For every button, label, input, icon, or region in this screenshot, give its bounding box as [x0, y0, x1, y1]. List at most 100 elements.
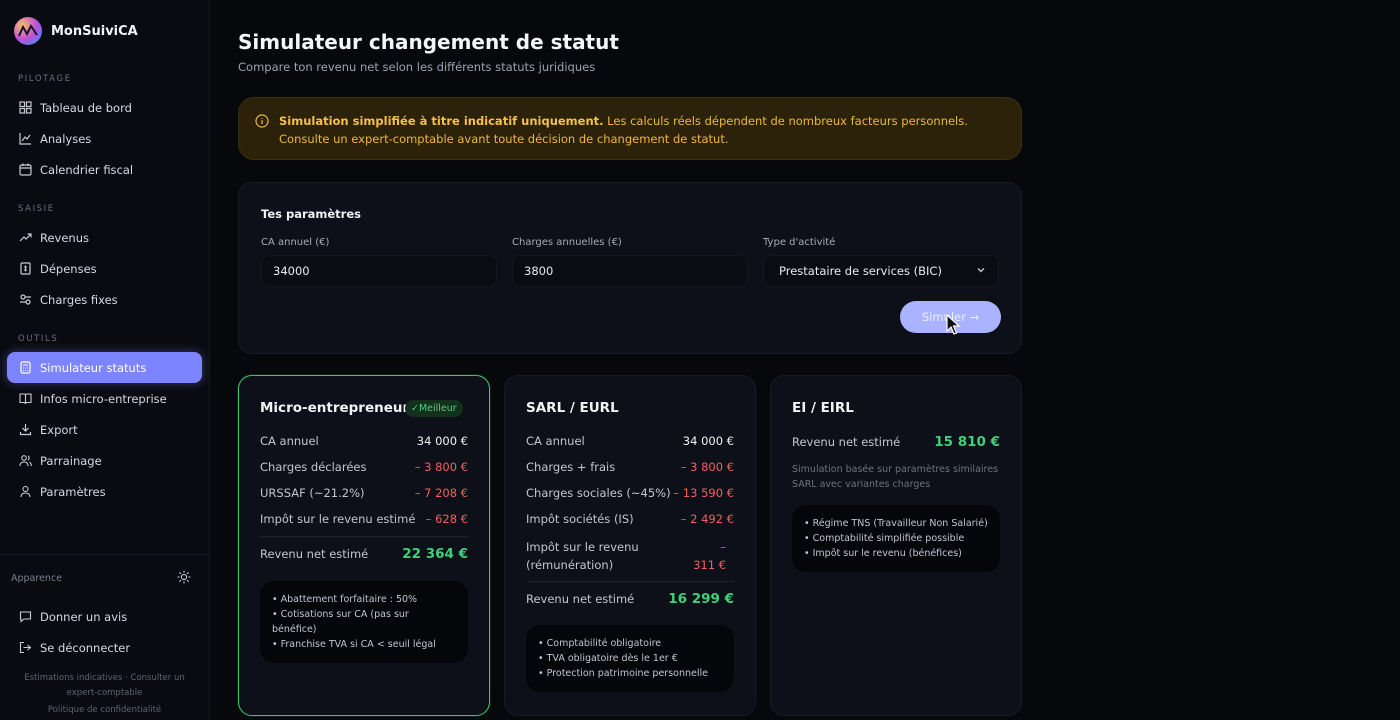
row-net: Revenu net estimé 15 810 €	[792, 434, 1000, 450]
row-value: – 628 €	[425, 512, 468, 526]
card-title: EI / EIRL	[792, 400, 854, 416]
note-item: • Franchise TVA si CA < seuil légal	[272, 639, 436, 650]
notes-box: • Régime TNS (Travailleur Non Salarié) •…	[792, 505, 1000, 572]
warning-bold: Simulation simplifiée à titre indicatif …	[279, 114, 604, 128]
dashboard-icon	[18, 101, 32, 115]
card-ei-eirl: EI / EIRL Revenu net estimé 15 810 € Simu…	[770, 375, 1022, 716]
sidebar-item-calendrier-fiscal[interactable]: Calendrier fiscal	[7, 154, 202, 185]
calendar-icon	[18, 163, 32, 177]
notes-box: • Comptabilité obligatoire • TVA obligat…	[526, 625, 734, 692]
page-subtitle: Compare ton revenu net selon les différe…	[238, 60, 596, 74]
ca-input[interactable]: 34000	[261, 255, 497, 287]
logout-label: Se déconnecter	[40, 640, 131, 655]
card-title: SARL / EURL	[526, 400, 619, 416]
card-micro-entrepreneur: Micro-entrepreneur ✓Meilleur CA annuel 34…	[238, 375, 490, 716]
divider	[526, 581, 734, 582]
feedback-label: Donner un avis	[40, 609, 128, 624]
warning-banner: Simulation simplifiée à titre indicatif …	[238, 97, 1022, 160]
row-value: – 311 €	[693, 538, 734, 574]
message-icon	[18, 610, 32, 624]
row-value: – 3 800 €	[414, 460, 468, 474]
page-title: Simulateur changement de statut	[238, 30, 619, 54]
sidebar-item-label: Charges fixes	[40, 292, 118, 307]
sidebar-item-depenses[interactable]: Dépenses	[7, 253, 202, 284]
user-icon	[18, 485, 32, 499]
sidebar-item-simulateur-statuts[interactable]: Simulateur statuts	[7, 352, 202, 383]
row-is: Impôt sociétés (IS) – 2 492 €	[526, 512, 734, 526]
row-label: Impôt sur le revenu (rémunération)	[526, 538, 639, 574]
sidebar-item-label: Calendrier fiscal	[40, 162, 134, 177]
logout-button[interactable]: Se déconnecter	[7, 632, 202, 663]
sidebar-item-tableau-de-bord[interactable]: Tableau de bord	[7, 92, 202, 123]
brand-name: MonSuiviCA	[51, 23, 138, 39]
note-item: • TVA obligatoire dès le 1er €	[538, 653, 678, 664]
row-label: Impôt sur le revenu estimé	[260, 512, 416, 526]
sidebar-item-label: Tableau de bord	[40, 100, 132, 115]
net-label: Revenu net estimé	[260, 547, 369, 561]
row-impot: Impôt sur le revenu estimé – 628 €	[260, 512, 468, 526]
appearance-label: Apparence	[11, 572, 63, 584]
row-value: – 2 492 €	[680, 512, 734, 526]
sidebar-item-export[interactable]: Export	[7, 414, 202, 445]
appearance-row: Apparence	[0, 555, 209, 601]
charges-input[interactable]: 3800	[512, 255, 748, 287]
privacy-link[interactable]: Politique de confidentialité	[0, 703, 209, 718]
note-item: • Abattement forfaitaire : 50%	[272, 594, 418, 605]
activity-type-label: Type d'activité	[763, 237, 836, 248]
row-ir: Impôt sur le revenu (rémunération) – 311 €	[526, 538, 734, 574]
sidebar-item-revenus[interactable]: Revenus	[7, 222, 202, 253]
note-item: • Cotisations sur CA (pas sur bénéfice)	[272, 609, 409, 635]
row-value: 34 000 €	[416, 434, 468, 448]
logout-icon	[18, 641, 32, 655]
net-label: Revenu net estimé	[792, 435, 901, 449]
activity-type-value: Prestataire de services (BIC)	[779, 264, 942, 278]
sidebar-item-charges-fixes[interactable]: Charges fixes	[7, 284, 202, 315]
charges-label: Charges annuelles (€)	[512, 237, 622, 248]
note-item: • Comptabilité obligatoire	[538, 638, 662, 649]
row-net: Revenu net estimé 22 364 €	[260, 546, 468, 562]
chart-icon	[18, 132, 32, 146]
note-item: • Impôt sur le revenu (bénéfices)	[804, 548, 962, 559]
params-panel: Tes paramètres CA annuel (€) 34000 Charg…	[238, 182, 1022, 354]
info-icon	[255, 113, 269, 128]
download-icon	[18, 423, 32, 437]
params-title: Tes paramètres	[261, 207, 361, 221]
card-sarl-eurl: SARL / EURL CA annuel 34 000 € Charges + …	[504, 375, 756, 716]
row-label: Impôt sociétés (IS)	[526, 512, 634, 526]
row-charges: Charges + frais – 3 800 €	[526, 460, 734, 474]
row-label: URSSAF (~21.2%)	[260, 486, 365, 500]
sidebar-item-infos-micro-entreprise[interactable]: Infos micro-entreprise	[7, 383, 202, 414]
card-title: Micro-entrepreneur	[260, 400, 410, 416]
row-value: – 13 590 €	[673, 486, 734, 500]
row-charges: Charges déclarées – 3 800 €	[260, 460, 468, 474]
activity-type-select[interactable]: Prestataire de services (BIC)	[763, 255, 999, 287]
row-value: – 7 208 €	[414, 486, 468, 500]
brand-logo-icon	[14, 17, 42, 45]
ca-label: CA annuel (€)	[261, 237, 330, 248]
ir-value-line: –	[720, 540, 726, 554]
brand[interactable]: MonSuiviCA	[0, 0, 209, 62]
sidebar-item-label: Analyses	[40, 131, 92, 146]
mouse-cursor-icon	[946, 314, 960, 335]
sidebar-item-label: Export	[40, 422, 78, 437]
sidebar-item-label: Revenus	[40, 230, 89, 245]
ir-label-line: Impôt sur le revenu	[526, 540, 639, 554]
warning-text: Simulation simplifiée à titre indicatif …	[279, 112, 1001, 159]
users-icon	[18, 454, 32, 468]
note-item: • Régime TNS (Travailleur Non Salarié)	[804, 518, 988, 529]
row-label: CA annuel	[260, 434, 319, 448]
feedback-button[interactable]: Donner un avis	[7, 601, 202, 632]
sidebar-item-parametres[interactable]: Paramètres	[7, 476, 202, 507]
sliders-icon	[18, 293, 32, 307]
sidebar-item-analyses[interactable]: Analyses	[7, 123, 202, 154]
note-item: • Protection patrimoine personnelle	[538, 668, 708, 679]
sidebar: MonSuiviCA PILOTAGE Tableau de bord Anal…	[0, 0, 210, 720]
footer-note: Estimations indicatives · Consulter un e…	[24, 673, 185, 698]
ir-label-line: (rémunération)	[526, 558, 614, 572]
row-value: – 3 800 €	[680, 460, 734, 474]
sun-icon[interactable]	[177, 570, 191, 587]
ir-value-line: 311 €	[693, 558, 726, 572]
note-item: • Comptabilité simplifiée possible	[804, 533, 965, 544]
sidebar-item-parrainage[interactable]: Parrainage	[7, 445, 202, 476]
sidebar-item-label: Parrainage	[40, 453, 102, 468]
